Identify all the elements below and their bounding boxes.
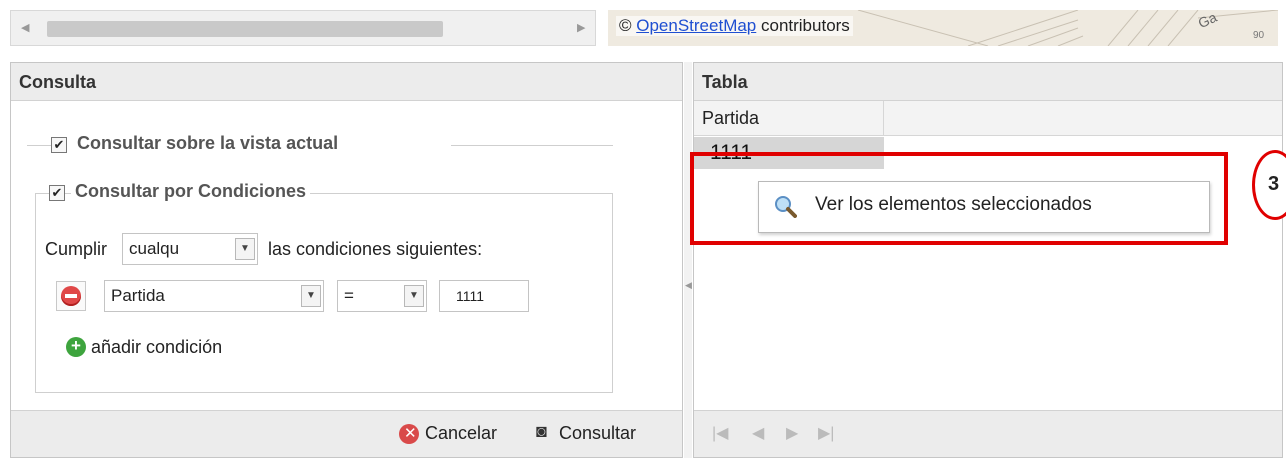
fieldset-divider <box>451 145 613 146</box>
next-page-icon[interactable]: ▶ <box>786 423 798 443</box>
match-mode-select[interactable]: cualqu ▼ <box>122 233 258 265</box>
add-icon[interactable]: + <box>66 336 86 357</box>
scrollbar-thumb[interactable] <box>47 21 443 37</box>
horizontal-scrollbar[interactable]: ◀ ▶ <box>10 10 596 46</box>
tabla-title: Tabla <box>694 63 1282 101</box>
condiciones-checkbox[interactable]: ✔ <box>49 184 65 201</box>
last-page-icon[interactable]: ▶| <box>818 423 834 443</box>
first-page-icon[interactable]: |◀ <box>712 423 728 443</box>
consulta-title: Consulta <box>11 63 682 101</box>
query-button[interactable]: Consultar <box>559 423 636 444</box>
vista-label: Consultar sobre la vista actual <box>73 133 343 153</box>
scroll-left-icon[interactable]: ◀ <box>21 21 29 34</box>
map-number-label: 90 <box>1253 30 1265 41</box>
condiciones-fieldset-legend[interactable]: ✔ Consultar por Condiciones <box>49 181 311 202</box>
openstreetmap-link[interactable]: OpenStreetMap <box>636 16 756 35</box>
remove-condition-button[interactable] <box>56 281 86 311</box>
contributors-text: contributors <box>756 16 850 35</box>
binoculars-icon: ◙ <box>536 421 547 441</box>
previous-page-icon[interactable]: ◀ <box>752 423 764 443</box>
step-number: 3 <box>1268 173 1280 195</box>
chevron-down-icon[interactable]: ▼ <box>301 285 321 307</box>
add-condition-link[interactable]: añadir condición <box>91 337 222 358</box>
condiciones-label: Consultar por Condiciones <box>71 181 311 201</box>
field-select[interactable]: Partida ▼ <box>104 280 324 312</box>
highlight-box <box>690 152 1228 245</box>
operator-select[interactable]: = ▼ <box>337 280 427 312</box>
copyright-text: © <box>619 16 637 35</box>
cancel-icon: ✕ <box>399 424 419 444</box>
consulta-footer: ✕ Cancelar ◙ Consultar <box>11 410 682 457</box>
cancel-button[interactable]: Cancelar <box>425 423 497 444</box>
map-area[interactable]: Ga 90 © OpenStreetMap contributors <box>608 10 1278 46</box>
vista-checkbox[interactable]: ✔ <box>51 136 67 153</box>
operator-select-value: = <box>344 286 354 305</box>
scroll-right-icon[interactable]: ▶ <box>577 21 585 34</box>
tabla-panel: Tabla Partida 1111 |◀ ◀ ▶ ▶| <box>693 62 1283 458</box>
grid-header: Partida <box>694 101 1282 136</box>
consulta-panel: Consulta ✔ Consultar sobre la vista actua… <box>10 62 683 458</box>
map-attribution: © OpenStreetMap contributors <box>616 16 853 36</box>
column-header-partida[interactable]: Partida <box>694 101 884 135</box>
vista-fieldset-legend[interactable]: ✔ Consultar sobre la vista actual <box>51 133 343 154</box>
siguientes-label: las condiciones siguientes: <box>268 239 483 259</box>
pager-toolbar: |◀ ◀ ▶ ▶| <box>694 410 1282 457</box>
cumplir-label: Cumplir <box>45 239 108 259</box>
condition-value-text: 1111 <box>456 288 485 304</box>
panel-splitter[interactable]: ◀ <box>684 62 692 458</box>
remove-icon <box>61 286 81 306</box>
condition-value-input[interactable]: 1111 <box>439 280 529 312</box>
chevron-down-icon[interactable]: ▼ <box>404 285 424 307</box>
fieldset-divider <box>27 145 51 146</box>
field-select-value: Partida <box>111 286 165 305</box>
chevron-down-icon[interactable]: ▼ <box>235 238 255 260</box>
collapse-arrow-icon[interactable]: ◀ <box>685 280 692 291</box>
match-mode-value: cualqu <box>129 239 180 258</box>
